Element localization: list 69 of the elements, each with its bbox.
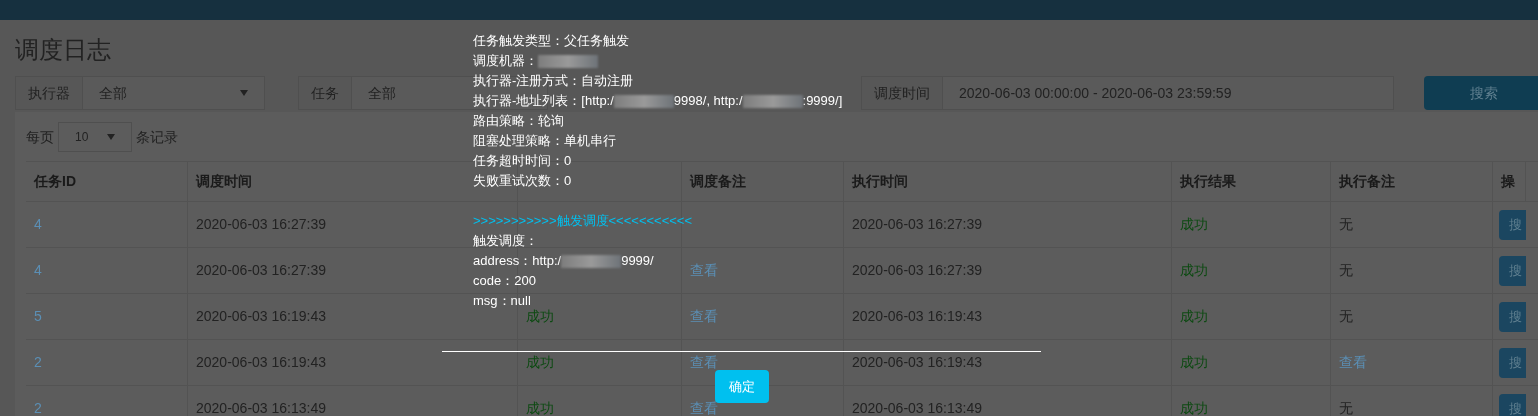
action-button[interactable]: 搜: [1499, 301, 1526, 332]
log-text: 调度机器：: [473, 52, 538, 70]
table-cell-text: 成功: [1180, 261, 1208, 280]
column-header: 任务ID: [34, 172, 76, 191]
table-cell-text: 成功: [1180, 353, 1208, 372]
table-link[interactable]: 查看: [690, 352, 718, 373]
table-cell-text: 无: [1339, 215, 1353, 234]
table-cell-text: 无: [1339, 399, 1353, 416]
log-text: 执行器-注册方式：自动注册: [473, 72, 634, 90]
redaction-blur: [538, 54, 598, 68]
table-link[interactable]: 2: [34, 352, 42, 373]
log-text: 执行器-地址列表：[http:/: [473, 92, 614, 110]
table-link[interactable]: 查看: [1339, 352, 1367, 373]
log-text: msg：null: [473, 292, 531, 309]
table-cell-text: 成功: [1180, 307, 1208, 326]
table-cell-text: 成功: [526, 307, 554, 326]
column-header: 调度时间: [196, 172, 252, 191]
table-link[interactable]: 2: [34, 398, 42, 416]
action-button[interactable]: 搜: [1499, 209, 1526, 240]
column-header: 执行备注: [1339, 172, 1395, 191]
log-text: 任务触发类型：父任务触发: [473, 32, 629, 50]
log-text: :9999/]: [802, 92, 843, 110]
log-text: 9998/, http:/: [673, 92, 743, 110]
table-cell-text: 2020-06-03 16:13:49: [852, 399, 982, 416]
column-header: 调度备注: [690, 172, 746, 191]
column-header: 执行时间: [852, 172, 908, 191]
log-text: address：http:/: [473, 252, 562, 270]
table-cell-text: 2020-06-03 16:19:43: [196, 353, 326, 372]
table-cell-text: 2020-06-03 16:27:39: [196, 215, 326, 234]
table-link[interactable]: 查看: [690, 260, 718, 281]
log-text: 触发调度：: [473, 232, 538, 250]
log-text: 9999/: [621, 252, 654, 270]
action-button[interactable]: 搜: [1499, 347, 1526, 378]
filter-value[interactable]: 2020-06-03 00:00:00 - 2020-06-03 23:59:59: [959, 82, 1232, 104]
table-link[interactable]: 查看: [690, 306, 718, 327]
table-cell-text: 成功: [1180, 215, 1208, 234]
table-cell-text: 成功: [526, 353, 554, 372]
column-header: 操: [1501, 172, 1515, 191]
trigger-heading: >>>>>>>>>>>触发调度<<<<<<<<<<<: [473, 212, 693, 230]
table-cell-text: 2020-06-03 16:19:43: [852, 353, 982, 372]
table-link[interactable]: 4: [34, 214, 42, 235]
log-text: 阻塞处理策略：单机串行: [473, 132, 616, 150]
log-text: 任务超时时间：0: [473, 152, 572, 170]
column-header: 执行结果: [1180, 172, 1236, 191]
table-link[interactable]: 4: [34, 260, 42, 281]
action-button[interactable]: 搜: [1499, 393, 1526, 416]
redaction-blur: [613, 94, 674, 108]
table-cell-text: 2020-06-03 16:13:49: [196, 399, 326, 416]
table-cell-text: 无: [1339, 307, 1353, 326]
table-cell-text: 2020-06-03 16:19:43: [852, 307, 982, 326]
table-cell-text: 成功: [1180, 399, 1208, 416]
confirm-button[interactable]: 确定: [715, 370, 769, 403]
table-link[interactable]: 5: [34, 306, 42, 327]
table-cell-text: 2020-06-03 16:27:39: [852, 261, 982, 280]
page-size-label: 每页: [26, 127, 54, 147]
caret-icon: [107, 134, 115, 140]
redaction-blur: [742, 94, 803, 108]
table-cell-text: 2020-06-03 16:19:43: [196, 307, 326, 326]
log-text: 路由策略：轮询: [473, 112, 564, 130]
table-link[interactable]: 查看: [690, 398, 718, 416]
action-button[interactable]: 搜: [1499, 255, 1526, 286]
table-cell-text: 2020-06-03 16:27:39: [852, 215, 982, 234]
log-text: code：200: [473, 272, 536, 290]
table-cell-text: 无: [1339, 261, 1353, 280]
page-size-select[interactable]: 10: [58, 122, 132, 152]
log-text: 失败重试次数：0: [473, 172, 572, 190]
table-cell-text: 成功: [526, 399, 554, 416]
table-cell-text: 2020-06-03 16:27:39: [196, 261, 326, 280]
search-button[interactable]: 搜索: [1424, 76, 1538, 110]
